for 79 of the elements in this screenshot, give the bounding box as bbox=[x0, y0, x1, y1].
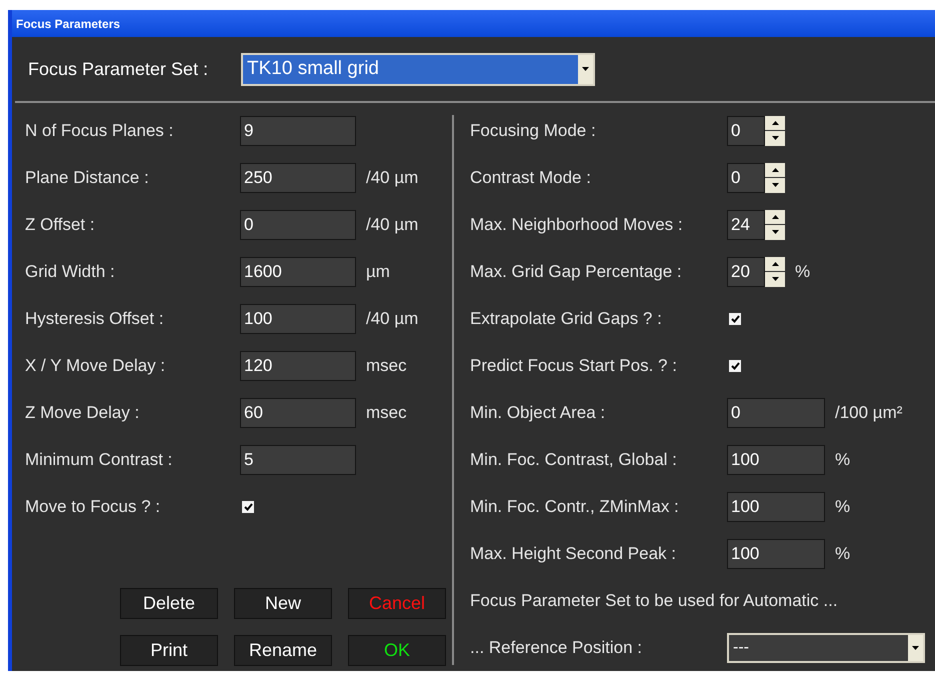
unit-label: µm bbox=[366, 262, 390, 282]
input-field[interactable]: 0 bbox=[727, 162, 765, 192]
note-text: Focus Parameter Set to be used for Automatic ... bbox=[470, 590, 838, 610]
field-label: Min. Foc. Contrast, Global : bbox=[470, 450, 678, 470]
spin-up-button[interactable] bbox=[765, 256, 785, 271]
down-arrow-icon bbox=[772, 230, 778, 234]
input-field[interactable]: 100 bbox=[727, 492, 825, 522]
unit-label: % bbox=[835, 450, 850, 470]
spin-down-button[interactable] bbox=[765, 178, 785, 192]
field-label: Z Offset : bbox=[25, 214, 96, 234]
unit-label: msec bbox=[366, 356, 407, 376]
spin-down-button[interactable] bbox=[765, 131, 785, 146]
reference-dropdown[interactable]: --- bbox=[727, 632, 925, 662]
field-label: Focus Parameter Set : bbox=[28, 58, 210, 80]
field-label: Max. Neighborhood Moves : bbox=[470, 214, 684, 234]
down-arrow-icon bbox=[772, 183, 778, 188]
field-label: Min. Foc. Contr., ZMinMax : bbox=[470, 496, 680, 516]
spin-up-button[interactable] bbox=[765, 116, 785, 130]
input-field[interactable]: 100 bbox=[727, 444, 825, 474]
input-field[interactable]: 120 bbox=[240, 350, 356, 380]
input-field[interactable]: 24 bbox=[727, 210, 765, 240]
dialog-button[interactable]: Cancel bbox=[348, 588, 446, 619]
input-field[interactable]: 250 bbox=[240, 162, 356, 192]
spin-down-button[interactable] bbox=[765, 272, 785, 286]
field-label: Minimum Contrast : bbox=[25, 450, 174, 470]
down-arrow-icon bbox=[772, 136, 778, 140]
field-label: Hysteresis Offset : bbox=[25, 308, 165, 328]
input-field[interactable]: 5 bbox=[240, 444, 356, 474]
up-arrow-icon bbox=[772, 262, 778, 266]
field-label: Grid Width : bbox=[25, 262, 116, 282]
up-arrow-icon bbox=[772, 168, 778, 172]
field-label: Max. Grid Gap Percentage : bbox=[470, 262, 683, 282]
field-label: Contrast Mode : bbox=[470, 168, 592, 188]
input-field[interactable]: 0 bbox=[727, 398, 825, 428]
field-label: X / Y Move Delay : bbox=[25, 356, 166, 376]
input-field[interactable]: 60 bbox=[240, 398, 356, 428]
field-label: N of Focus Planes : bbox=[25, 120, 174, 140]
checkbox[interactable] bbox=[729, 312, 741, 324]
input-field[interactable]: 20 bbox=[727, 256, 765, 286]
parameter-set-dropdown[interactable]: TK10 small grid bbox=[241, 52, 595, 86]
field-label: Max. Height Second Peak : bbox=[470, 544, 678, 564]
unit-label: msec bbox=[366, 402, 407, 422]
field-label: Z Move Delay : bbox=[25, 402, 140, 422]
up-arrow-icon bbox=[772, 214, 778, 219]
unit-label: /100 µm² bbox=[835, 402, 902, 422]
field-label: Predict Focus Start Pos. ? : bbox=[470, 356, 678, 376]
field-label: Focusing Mode : bbox=[470, 120, 597, 140]
checkbox[interactable] bbox=[729, 360, 741, 372]
field-label: Move to Focus ? : bbox=[25, 496, 162, 516]
unit-label: % bbox=[835, 496, 850, 516]
unit-label: /40 µm bbox=[366, 168, 418, 188]
field-label: ... Reference Position : bbox=[470, 638, 643, 658]
spin-down-button[interactable] bbox=[765, 225, 785, 240]
input-field[interactable]: 100 bbox=[727, 538, 825, 568]
unit-label: /40 µm bbox=[366, 308, 418, 328]
spin-up-button[interactable] bbox=[765, 210, 785, 224]
checkbox[interactable] bbox=[242, 500, 254, 512]
window-title: Focus Parameters bbox=[16, 16, 120, 30]
dialog-button[interactable]: Rename bbox=[234, 635, 332, 666]
dialog-button[interactable]: Print bbox=[120, 635, 218, 666]
dialog-button[interactable]: OK bbox=[348, 635, 446, 666]
input-field[interactable]: 100 bbox=[240, 304, 356, 334]
dialog-button[interactable]: Delete bbox=[120, 588, 218, 619]
field-label: Plane Distance : bbox=[25, 168, 150, 188]
spin-up-button[interactable] bbox=[765, 162, 785, 177]
up-arrow-icon bbox=[772, 120, 778, 125]
unit-label: % bbox=[835, 544, 850, 564]
down-arrow-icon bbox=[772, 277, 778, 282]
dialog-button[interactable]: New bbox=[234, 588, 332, 619]
unit-label: /40 µm bbox=[366, 214, 418, 234]
caret-icon bbox=[912, 646, 919, 650]
field-label: Min. Object Area : bbox=[470, 402, 606, 422]
input-field[interactable]: 0 bbox=[727, 116, 765, 146]
input-field[interactable]: 9 bbox=[240, 116, 356, 146]
field-label: Extrapolate Grid Gaps ? : bbox=[470, 308, 663, 328]
caret-icon bbox=[582, 67, 589, 71]
unit-label: % bbox=[795, 262, 810, 282]
input-field[interactable]: 1600 bbox=[240, 256, 356, 286]
input-field[interactable]: 0 bbox=[240, 210, 356, 240]
